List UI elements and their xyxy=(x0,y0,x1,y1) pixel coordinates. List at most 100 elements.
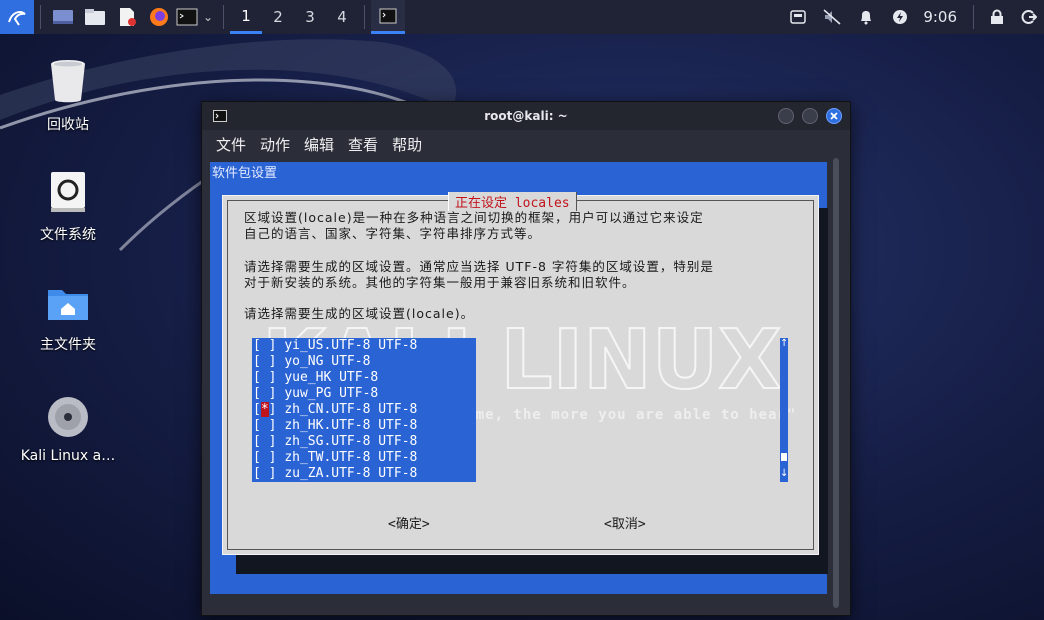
desktop-icon xyxy=(53,10,73,24)
trash-icon xyxy=(51,60,85,103)
locale-label: zh_TW.UTF-8 UTF-8 xyxy=(284,450,418,465)
desktop-icon-filesystem[interactable]: 文件系统 xyxy=(13,170,123,244)
locale-label: zh_HK.UTF-8 UTF-8 xyxy=(284,418,418,433)
list-item[interactable]: [ ] yue_HK UTF-8 xyxy=(252,370,476,386)
drive-icon xyxy=(51,172,85,212)
dialog-paragraph-3: 请选择需要生成的区域设置(locale)。 xyxy=(244,306,475,321)
maximize-button[interactable] xyxy=(802,108,818,124)
notification-bell-icon[interactable] xyxy=(849,0,883,34)
terminal-scrollbar[interactable] xyxy=(833,158,839,608)
taskbar-terminal-window[interactable] xyxy=(371,0,405,34)
checkbox[interactable]: [ ] xyxy=(253,434,276,449)
panel-separator xyxy=(40,5,41,29)
panel-separator xyxy=(973,5,974,29)
window-titlebar[interactable]: root@kali: ~ xyxy=(202,102,850,130)
list-item[interactable]: [ ] zh_SG.UTF-8 UTF-8 xyxy=(252,434,476,450)
checkbox[interactable]: [ ] xyxy=(253,466,276,481)
menu-edit[interactable]: 编辑 xyxy=(304,134,334,155)
workspace-2[interactable]: 2 xyxy=(262,0,294,34)
ok-button[interactable]: <确定> xyxy=(388,513,430,532)
checkbox[interactable]: [ ] xyxy=(253,450,276,465)
menu-view[interactable]: 查看 xyxy=(348,134,378,155)
kali-menu-button[interactable] xyxy=(0,0,34,34)
checkbox[interactable]: [ ] xyxy=(253,370,276,385)
file-manager-button[interactable] xyxy=(79,0,111,34)
menubar: 文件 动作 编辑 查看 帮助 xyxy=(202,130,850,158)
desktop-icon-cdrom[interactable]: Kali Linux a… xyxy=(13,396,123,464)
firefox-button[interactable] xyxy=(143,0,175,34)
terminal-header: 软件包设置 xyxy=(212,166,278,181)
panel-separator xyxy=(223,5,224,29)
list-item[interactable]: [ ] zh_HK.UTF-8 UTF-8 xyxy=(252,418,476,434)
disc-icon xyxy=(48,397,88,437)
checkbox[interactable]: [ ] xyxy=(253,338,276,353)
kali-dragon-icon xyxy=(8,11,26,26)
top-panel: ⌄ 1 2 3 4 9:06 xyxy=(0,0,1044,34)
list-item[interactable]: [ ] yuw_PG UTF-8 xyxy=(252,386,476,402)
system-tray: 9:06 xyxy=(781,0,1044,34)
locale-label: yue_HK UTF-8 xyxy=(284,370,379,385)
desktop-icon-label: 回收站 xyxy=(47,117,89,133)
locales-dialog: 正在设定 locales KALI LINUX become, the more… xyxy=(222,192,819,555)
list-item[interactable]: [ ] yi_US.UTF-8 UTF-8 xyxy=(252,338,476,354)
power-manager-icon[interactable] xyxy=(883,0,917,34)
close-icon xyxy=(830,112,838,120)
terminal-area[interactable]: 软件包设置 正在设定 locales KALI LINUX become, th… xyxy=(210,162,828,594)
menu-help[interactable]: 帮助 xyxy=(392,134,422,155)
terminal-icon xyxy=(176,8,198,26)
menu-file[interactable]: 文件 xyxy=(216,134,246,155)
locale-label: zh_CN.UTF-8 UTF-8 xyxy=(284,402,418,417)
checkbox[interactable]: [ ] xyxy=(253,386,276,401)
terminal-icon xyxy=(379,8,397,23)
terminal-launcher-button[interactable] xyxy=(175,0,199,34)
checkmark-star: * xyxy=(260,402,269,417)
volume-muted-icon[interactable] xyxy=(815,0,849,34)
workspace-3[interactable]: 3 xyxy=(294,0,326,34)
locale-label: zu_ZA.UTF-8 UTF-8 xyxy=(284,466,418,481)
menu-actions[interactable]: 动作 xyxy=(260,134,290,155)
display-icon[interactable] xyxy=(781,0,815,34)
folder-icon xyxy=(85,9,105,25)
text-editor-button[interactable] xyxy=(111,0,143,34)
dialog-paragraph-1b: 自己的语言、国家、字符集、字符串排序方式等。 xyxy=(244,226,542,241)
desktop-icon-label: 主文件夹 xyxy=(40,337,96,353)
close-button[interactable] xyxy=(826,108,842,124)
panel-separator xyxy=(364,5,365,29)
list-item-selected[interactable]: [*] zh_CN.UTF-8 UTF-8 xyxy=(252,402,476,418)
desktop-icon-home[interactable]: 主文件夹 xyxy=(13,284,123,354)
checkbox[interactable]: [ ] xyxy=(253,354,276,369)
locale-list[interactable]: [ ] yi_US.UTF-8 UTF-8 [ ] yo_NG UTF-8 [ … xyxy=(252,338,476,482)
text-editor-icon xyxy=(120,8,136,26)
desktop-icon-trash[interactable]: 回收站 xyxy=(13,58,123,134)
window-title: root@kali: ~ xyxy=(484,109,568,123)
dialog-paragraph-2b: 对于新安装的系统。其他的字符集一般用于兼容旧系统和旧软件。 xyxy=(244,275,636,290)
clock[interactable]: 9:06 xyxy=(923,8,957,26)
scroll-down-arrow-icon[interactable]: ↓ xyxy=(780,469,788,479)
desktop-icon-label: 文件系统 xyxy=(40,227,96,243)
show-desktop-button[interactable] xyxy=(47,0,79,34)
list-item[interactable]: [ ] zh_TW.UTF-8 UTF-8 xyxy=(252,450,476,466)
logout-icon[interactable] xyxy=(1014,0,1044,34)
scroll-thumb[interactable] xyxy=(781,453,787,461)
watermark-tagline: become, the more you are able to hear" xyxy=(438,407,797,423)
checkbox-checked[interactable]: [*] xyxy=(253,402,276,417)
firefox-icon xyxy=(150,8,168,26)
checkbox[interactable]: [ ] xyxy=(253,418,276,433)
dialog-paragraph-2a: 请选择需要生成的区域设置。通常应当选择 UTF-8 字符集的区域设置，特别是 xyxy=(244,259,714,274)
lock-icon[interactable] xyxy=(980,0,1014,34)
locale-label: yi_US.UTF-8 UTF-8 xyxy=(284,338,418,353)
scroll-up-arrow-icon[interactable]: ↑ xyxy=(780,339,788,349)
list-item[interactable]: [ ] zu_ZA.UTF-8 UTF-8 xyxy=(252,466,476,482)
home-folder-icon xyxy=(48,290,88,320)
terminal-window: root@kali: ~ 文件 动作 编辑 查看 帮助 软件包设置 正在设定 l… xyxy=(201,101,851,616)
cancel-button[interactable]: <取消> xyxy=(604,513,646,532)
desktop-icon-label: Kali Linux a… xyxy=(20,448,116,464)
workspace-4[interactable]: 4 xyxy=(326,0,358,34)
list-scrollbar[interactable]: ↑ ↓ xyxy=(780,338,788,482)
chevron-down-icon[interactable]: ⌄ xyxy=(199,0,217,34)
minimize-button[interactable] xyxy=(778,108,794,124)
workspace-1[interactable]: 1 xyxy=(230,0,262,34)
list-item[interactable]: [ ] yo_NG UTF-8 xyxy=(252,354,476,370)
dialog-title: 正在设定 locales xyxy=(448,192,577,211)
dialog-paragraph-1a: 区域设置(locale)是一种在多种语言之间切换的框架，用户可以通过它来设定 xyxy=(244,210,704,225)
